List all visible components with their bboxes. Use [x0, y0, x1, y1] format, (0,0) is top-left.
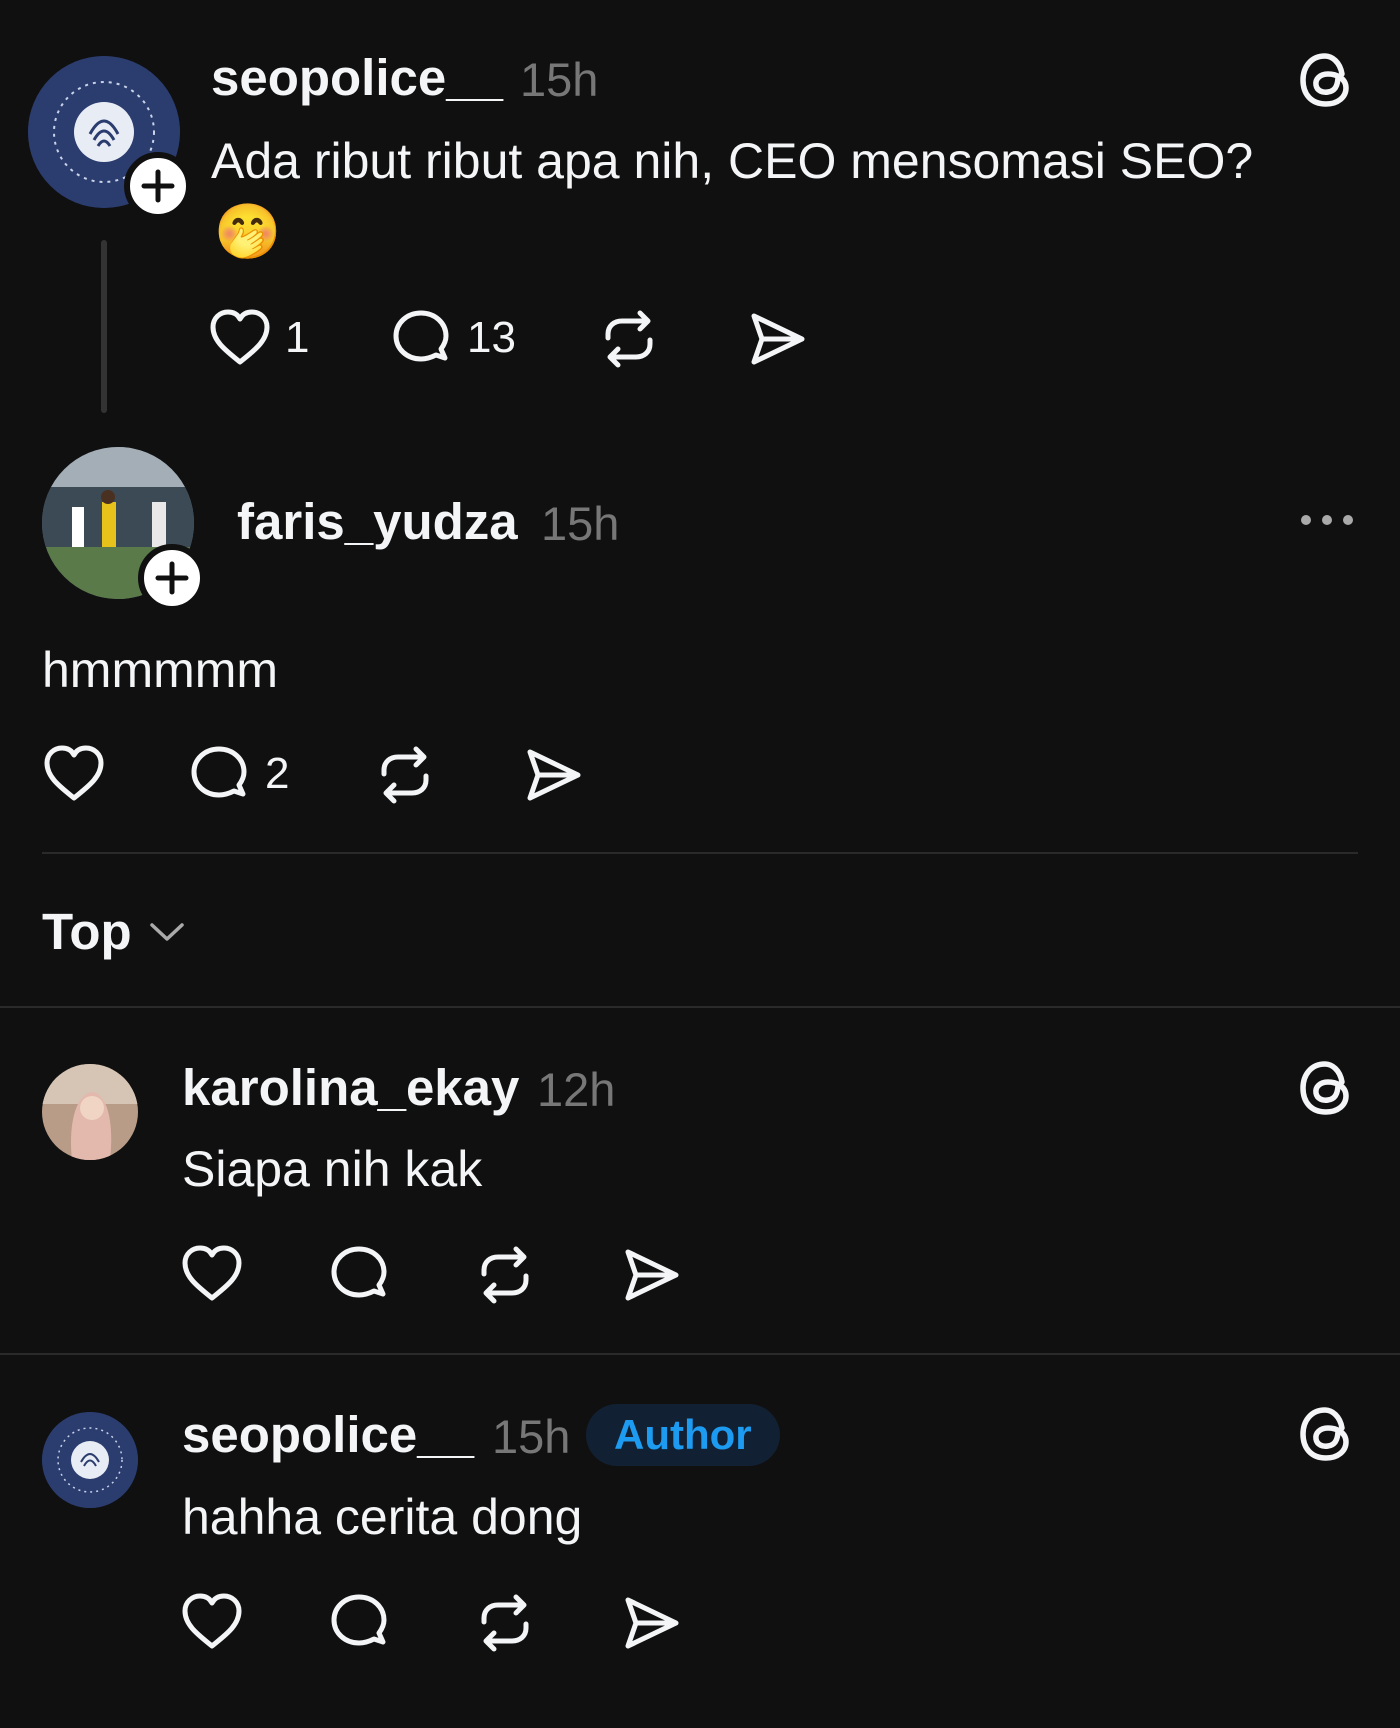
follow-button[interactable] — [124, 152, 192, 220]
reply-time: 15h — [541, 497, 620, 550]
comment-username[interactable]: karolina_ekay — [182, 1058, 519, 1117]
post-emoji: 🤭 — [214, 202, 282, 262]
reply-count: 13 — [467, 313, 516, 362]
plus-icon — [140, 168, 176, 204]
comment-time: 15h — [492, 1410, 571, 1463]
repost-icon[interactable] — [374, 744, 436, 806]
follow-button[interactable] — [138, 544, 206, 612]
sort-dropdown[interactable]: Top — [42, 902, 186, 961]
comment-bubble-icon[interactable] — [328, 1244, 390, 1306]
divider — [0, 1006, 1400, 1008]
send-icon[interactable] — [522, 744, 584, 806]
send-icon[interactable] — [620, 1592, 682, 1654]
send-icon[interactable] — [746, 308, 808, 370]
post-text: Ada ribut ribut apa nih, CEO mensomasi S… — [211, 133, 1254, 189]
send-icon[interactable] — [620, 1244, 682, 1306]
plus-icon — [154, 560, 190, 596]
avatar[interactable] — [42, 1412, 138, 1508]
reply-count: 2 — [265, 749, 290, 798]
repost-icon[interactable] — [474, 1592, 536, 1654]
divider — [42, 852, 1358, 854]
thread-line — [101, 240, 107, 413]
chevron-down-icon — [148, 920, 186, 944]
threads-logo-icon[interactable] — [1296, 1058, 1356, 1118]
author-badge: Author — [586, 1404, 780, 1466]
comment-text: hahha cerita dong — [182, 1489, 583, 1545]
repost-icon[interactable] — [598, 308, 660, 370]
threads-logo-icon[interactable] — [1296, 50, 1356, 110]
repost-icon[interactable] — [474, 1244, 536, 1306]
heart-icon[interactable] — [42, 744, 106, 804]
avatar[interactable] — [42, 1064, 138, 1160]
comment-bubble-icon[interactable] — [188, 744, 250, 806]
comment-text: Siapa nih kak — [182, 1141, 483, 1197]
heart-icon[interactable] — [180, 1244, 244, 1304]
like-count: 1 — [285, 313, 310, 362]
post-username[interactable]: seopolice__ — [211, 48, 503, 107]
reply-text: hmmmmm — [42, 642, 279, 698]
sort-label: Top — [42, 903, 132, 960]
threads-logo-icon[interactable] — [1296, 1404, 1356, 1464]
divider — [0, 1353, 1400, 1355]
comment-time: 12h — [537, 1063, 616, 1116]
reply-username[interactable]: faris_yudza — [237, 492, 518, 551]
heart-icon[interactable] — [208, 308, 272, 368]
more-dots-icon[interactable] — [1298, 508, 1356, 532]
post-time: 15h — [520, 53, 599, 106]
comment-bubble-icon[interactable] — [390, 308, 452, 370]
comment-bubble-icon[interactable] — [328, 1592, 390, 1654]
comment-username[interactable]: seopolice__ — [182, 1405, 474, 1464]
heart-icon[interactable] — [180, 1592, 244, 1652]
